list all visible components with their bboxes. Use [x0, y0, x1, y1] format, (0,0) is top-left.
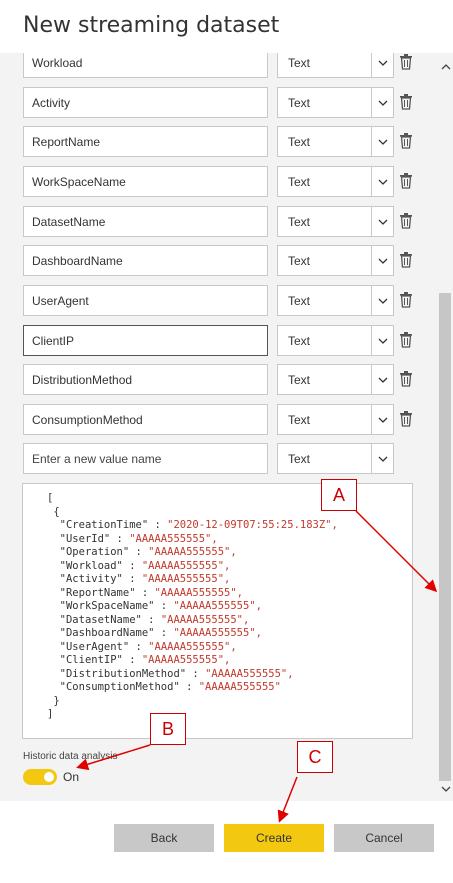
json-value: "AAAAA555555",: [148, 640, 237, 653]
field-type-value: Text: [288, 134, 311, 149]
json-value: "AAAAA555555",: [141, 654, 231, 666]
new-field-type-value: Text: [288, 451, 311, 466]
json-key: "ConsumptionMethod": [59, 681, 180, 693]
field-name-input[interactable]: WorkSpaceName: [23, 166, 268, 197]
chevron-down-icon[interactable]: [371, 364, 394, 395]
trash-icon[interactable]: [399, 291, 413, 309]
field-name-input[interactable]: DashboardName: [23, 245, 268, 276]
json-value: "AAAAA555555",: [173, 627, 262, 639]
field-type-value: Text: [288, 372, 311, 387]
field-name-input[interactable]: Activity: [23, 87, 268, 118]
new-value-name-input[interactable]: Enter a new value name: [23, 443, 268, 474]
trash-icon[interactable]: [399, 132, 413, 150]
json-open-brace: {: [53, 505, 60, 518]
json-value: "AAAAA555555",: [141, 559, 231, 572]
json-value: "AAAAA555555",: [141, 573, 231, 585]
chevron-down-icon[interactable]: [371, 126, 394, 157]
scrollbar-thumb[interactable]: [439, 293, 451, 781]
dialog-title: New streaming dataset: [23, 13, 280, 38]
create-button[interactable]: Create: [224, 824, 324, 852]
toggle-knob: [44, 772, 54, 782]
json-preview: [ { "CreationTime" : "2020-12-09T07:55:2…: [22, 483, 413, 739]
callout-c: C: [297, 741, 333, 773]
chevron-down-icon[interactable]: [371, 206, 394, 237]
json-key: "ReportName": [59, 586, 136, 599]
json-key: "UserAgent": [59, 640, 130, 653]
dialog-scroll-panel: Workload Text Activity Text ReportName Text Wo…: [0, 53, 453, 801]
json-value: "AAAAA555555",: [160, 613, 250, 626]
cancel-button[interactable]: Cancel: [334, 824, 434, 852]
trash-icon[interactable]: [399, 410, 413, 428]
json-key: "Activity": [59, 573, 123, 585]
json-key: "DistributionMethod": [59, 667, 187, 680]
trash-icon[interactable]: [399, 370, 413, 388]
json-close-bracket: ]: [47, 708, 54, 720]
chevron-down-icon[interactable]: [371, 285, 394, 316]
json-key: "Operation": [59, 546, 130, 558]
json-key: "UserId": [59, 532, 111, 545]
field-type-value: Text: [288, 174, 311, 189]
json-key: "DatasetName": [59, 613, 142, 626]
json-key: "DashboardName": [59, 627, 155, 639]
chevron-down-icon[interactable]: [371, 325, 394, 356]
scroll-up-icon[interactable]: [440, 61, 452, 73]
json-value: "AAAAA555555",: [205, 667, 294, 680]
field-type-value: Text: [288, 214, 311, 229]
field-type-value: Text: [288, 412, 311, 427]
chevron-down-icon[interactable]: [371, 443, 394, 474]
scroll-down-icon[interactable]: [440, 783, 452, 795]
trash-icon[interactable]: [399, 93, 413, 111]
trash-icon[interactable]: [399, 331, 413, 349]
chevron-down-icon[interactable]: [371, 404, 394, 435]
json-value: "2020-12-09T07:55:25.183Z",: [167, 519, 338, 531]
callout-a: A: [321, 479, 357, 511]
json-value: "AAAAA555555": [198, 681, 281, 693]
field-name-input[interactable]: Workload: [23, 53, 268, 78]
field-type-value: Text: [288, 55, 311, 70]
json-preview-text: [ { "CreationTime" : "2020-12-09T07:55:2…: [47, 492, 338, 720]
trash-icon[interactable]: [399, 251, 413, 269]
json-value: "AAAAA555555",: [129, 532, 218, 545]
field-type-value: Text: [288, 333, 311, 348]
json-value: "AAAAA555555",: [173, 600, 262, 612]
streaming-dataset-dialog: New streaming dataset Workload Text Activi…: [0, 0, 453, 883]
json-open-bracket: [: [47, 492, 54, 504]
field-type-value: Text: [288, 293, 311, 308]
json-key: "Workload": [59, 559, 123, 572]
trash-icon[interactable]: [399, 212, 413, 230]
json-value: "AAAAA555555",: [154, 586, 243, 599]
json-key: "CreationTime": [59, 519, 149, 531]
field-type-value: Text: [288, 95, 311, 110]
field-name-input[interactable]: ReportName: [23, 126, 268, 157]
callout-b: B: [150, 713, 186, 745]
field-name-input[interactable]: UserAgent: [23, 285, 268, 316]
historic-data-label: Historic data analysis: [23, 751, 118, 762]
trash-icon[interactable]: [399, 53, 413, 71]
json-value: "AAAAA555555",: [148, 546, 237, 558]
field-name-input[interactable]: ClientIP: [23, 325, 268, 356]
historic-data-toggle[interactable]: [23, 769, 57, 785]
trash-icon[interactable]: [399, 172, 413, 190]
chevron-down-icon[interactable]: [371, 166, 394, 197]
chevron-down-icon[interactable]: [371, 87, 394, 118]
chevron-down-icon[interactable]: [371, 53, 394, 78]
historic-toggle-state: On: [63, 770, 80, 784]
back-button[interactable]: Back: [114, 824, 214, 852]
field-name-input[interactable]: DistributionMethod: [23, 364, 268, 395]
field-name-input[interactable]: DatasetName: [23, 206, 268, 237]
json-key: "WorkSpaceName": [59, 600, 155, 612]
chevron-down-icon[interactable]: [371, 245, 394, 276]
json-close-brace: }: [53, 694, 60, 707]
json-key: "ClientIP": [59, 654, 123, 666]
field-type-value: Text: [288, 253, 311, 268]
field-name-input[interactable]: ConsumptionMethod: [23, 404, 268, 435]
